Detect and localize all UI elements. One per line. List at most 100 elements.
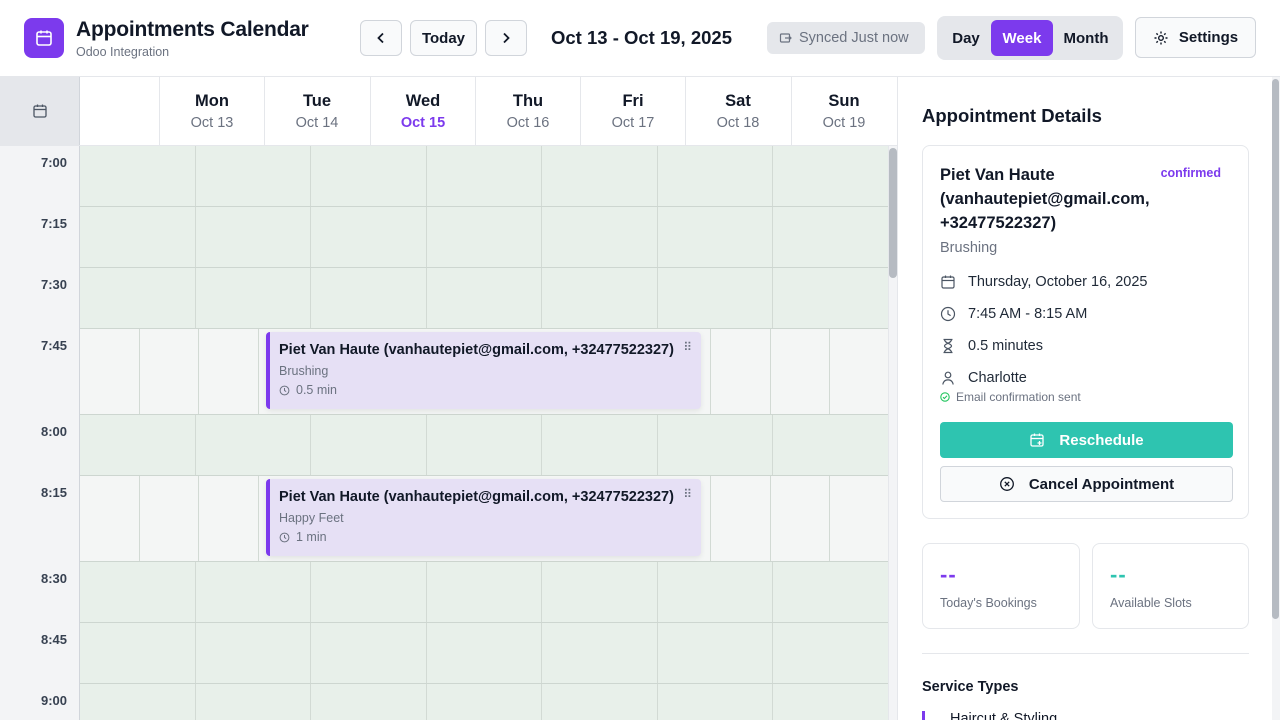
event-duration-text: 0.5 min (296, 383, 337, 397)
previous-week-button[interactable] (360, 20, 402, 56)
chevron-left-icon (377, 32, 384, 44)
clock-icon (279, 532, 290, 542)
calendar-logo-icon (24, 18, 64, 58)
day-header-wed[interactable]: Wed Oct 15 (370, 77, 475, 145)
details-panel: Appointment Details Piet Van Haute (vanh… (897, 77, 1272, 720)
appointment-event[interactable]: Piet Van Haute (vanhautepiet@gmail.com, … (266, 479, 701, 556)
view-day-button[interactable]: Day (945, 20, 987, 56)
event-title: Piet Van Haute (vanhautepiet@gmail.com, … (279, 489, 674, 505)
grid-column-line (710, 329, 711, 414)
grid-column-line (772, 146, 773, 329)
time-label: 7:45 (40, 338, 67, 353)
day-header-tue[interactable]: Tue Oct 14 (264, 77, 369, 145)
drag-handle-icon[interactable]: ⠿ (683, 340, 692, 354)
appointment-detail-card: Piet Van Haute (vanhautepiet@gmail.com, … (922, 145, 1249, 519)
check-circle-icon (940, 392, 950, 402)
appointment-event[interactable]: Piet Van Haute (vanhautepiet@gmail.com, … (266, 332, 701, 409)
grid-column-line (657, 146, 658, 329)
grid-column-line (139, 476, 140, 561)
grid-row-line (80, 328, 888, 329)
available-slots-value: -- (1110, 562, 1127, 587)
app-root: Appointments Calendar Odoo Integration T… (0, 0, 1280, 720)
service-type-item[interactable]: Haircut & Styling (922, 711, 1057, 720)
client-name: Piet Van Haute (vanhautepiet@gmail.com, … (940, 166, 1150, 232)
day-date: Oct 16 (506, 115, 550, 131)
day-date-today: Oct 15 (400, 115, 446, 131)
event-duration: 0.5 min (279, 383, 701, 397)
grid-column-line (770, 329, 771, 414)
hourglass-icon (943, 338, 953, 354)
grid-column-line (772, 561, 773, 720)
view-month-button[interactable]: Month (1055, 20, 1117, 56)
todays-bookings-label: Today's Bookings (940, 596, 1037, 610)
reschedule-button[interactable]: Reschedule (940, 422, 1233, 458)
day-name: Fri (622, 92, 644, 110)
service-name: Brushing (940, 240, 998, 256)
day-header-fri[interactable]: Fri Oct 17 (580, 77, 685, 145)
day-date: Oct 13 (190, 115, 234, 131)
calendar-plus-icon (1030, 433, 1045, 447)
sync-status-badge: Synced Just now (767, 22, 925, 54)
panel-scrollbar-thumb[interactable] (1272, 79, 1279, 619)
grid-column-line (426, 146, 427, 329)
day-header-sun[interactable]: Sun Oct 19 (791, 77, 896, 145)
time-label: 7:00 (40, 155, 67, 170)
day-name: Mon (195, 92, 229, 110)
todays-bookings-card: -- Today's Bookings (922, 543, 1080, 629)
time-slot-grid[interactable] (80, 146, 888, 720)
grid-column-line (310, 561, 311, 720)
event-service: Happy Feet (279, 511, 344, 525)
app-subtitle: Odoo Integration (76, 45, 170, 59)
duration-row: 0.5 minutes (940, 338, 1043, 354)
time-label: 7:30 (40, 277, 67, 292)
grid-column-line (198, 329, 199, 414)
day-header-thu[interactable]: Thu Oct 16 (475, 77, 580, 145)
grid-column-line (541, 561, 542, 720)
calendar-scrollbar[interactable] (888, 146, 897, 720)
event-duration-text: 1 min (296, 530, 327, 544)
settings-button[interactable]: Settings (1135, 17, 1256, 58)
date-range-label: Oct 13 - Oct 19, 2025 (551, 27, 732, 48)
grid-column-line (426, 561, 427, 720)
grid-column-line (258, 476, 259, 561)
calendar-scrollbar-thumb[interactable] (889, 148, 897, 278)
grid-column-line (310, 146, 311, 329)
panel-title: Appointment Details (922, 105, 1102, 126)
appointment-time: 7:45 AM - 8:15 AM (968, 306, 1088, 322)
clock-icon (940, 306, 956, 322)
today-button[interactable]: Today (410, 20, 477, 56)
date-row: Thursday, October 16, 2025 (940, 274, 1147, 290)
grid-column-line (195, 146, 196, 329)
event-duration: 1 min (279, 530, 701, 544)
email-confirmation: Email confirmation sent (940, 390, 1081, 404)
day-name: Sat (725, 92, 751, 110)
cancel-label: Cancel Appointment (1028, 475, 1175, 493)
settings-label: Settings (1178, 29, 1239, 46)
grid-row-line (80, 414, 888, 415)
staff-row: Charlotte (940, 370, 1027, 386)
grid-column-line (258, 329, 259, 414)
view-week-button[interactable]: Week (991, 20, 1053, 56)
cancel-appointment-button[interactable]: Cancel Appointment (940, 466, 1233, 502)
panel-scrollbar[interactable] (1272, 77, 1280, 720)
view-switcher: Day Week Month (937, 16, 1123, 60)
clock-icon (279, 385, 290, 395)
time-label: 8:30 (40, 571, 67, 586)
drag-handle-icon[interactable]: ⠿ (683, 487, 692, 501)
time-label: 9:00 (40, 693, 67, 708)
day-header-sat[interactable]: Sat Oct 18 (685, 77, 790, 145)
time-label: 8:15 (40, 485, 67, 500)
grid-column-line (310, 414, 311, 476)
appointment-date: Thursday, October 16, 2025 (968, 274, 1148, 290)
day-date: Oct 18 (716, 115, 760, 131)
calendar-body: 7:00 7:15 7:30 7:45 8:00 8:15 8:30 8:45 … (0, 146, 888, 720)
day-name: Tue (302, 92, 332, 110)
grid-row-line (80, 267, 888, 268)
calendar-icon (941, 275, 955, 289)
grid-column-line (829, 329, 830, 414)
day-header-mon[interactable]: Mon Oct 13 (159, 77, 264, 145)
next-week-button[interactable] (485, 20, 527, 56)
grid-column-line (657, 561, 658, 720)
time-label: 8:45 (40, 632, 67, 647)
day-date: Oct 17 (611, 115, 655, 131)
